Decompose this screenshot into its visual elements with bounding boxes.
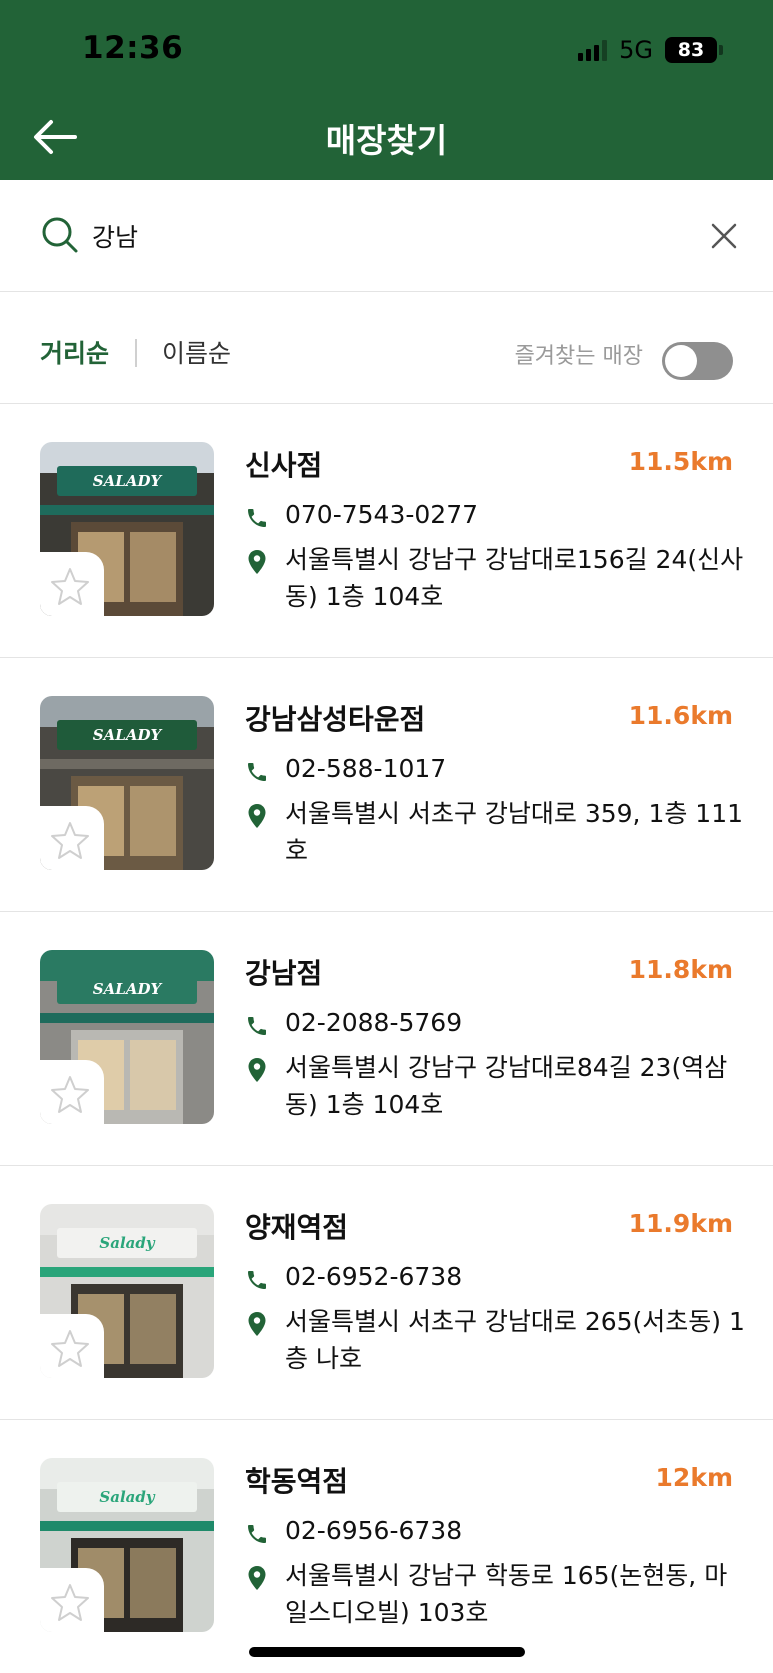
location-pin-icon [248,1566,266,1590]
sort-divider [135,339,137,367]
store-item[interactable]: SALADY 강남삼성타운점 11.6km 02-588-1017 서울특별시 … [0,658,773,912]
store-phone[interactable]: 02-2088-5769 [285,1008,462,1037]
store-address: 서울특별시 강남구 강남대로84길 23(역삼동) 1층 104호 [285,1053,728,1119]
battery-icon: 83 [665,37,723,63]
store-item[interactable]: SALADY 신사점 11.5km 070-7543-0277 서울특별시 강남… [0,404,773,658]
favorites-filter-label: 즐겨찾는 매장 [514,344,643,369]
store-distance: 11.5km [628,447,733,476]
location-pin-icon [248,550,266,574]
status-indicators: 5G 83 [578,34,723,66]
location-pin-icon [248,804,266,828]
store-phone[interactable]: 02-6952-6738 [285,1262,462,1291]
favorite-star-icon[interactable] [50,566,90,606]
store-photo: SALADY [40,442,214,616]
sort-by-distance[interactable]: 거리순 [40,334,109,370]
store-name: 강남점 [245,957,323,990]
page-title: 매장찾기 [325,121,448,160]
back-button[interactable] [30,112,80,162]
phone-icon [248,1017,266,1035]
favorite-star-icon[interactable] [50,1328,90,1368]
store-item[interactable]: Salady 양재역점 11.9km 02-6952-6738 서울특별시 서초… [0,1166,773,1420]
store-item[interactable]: SALADY 강남점 11.8km 02-2088-5769 서울특별시 강남구… [0,912,773,1166]
location-pin-icon [248,1312,266,1336]
store-name: 강남삼성타운점 [245,703,426,736]
store-address: 서울특별시 서초구 강남대로 265(서초동) 1층 나호 [285,1307,745,1373]
home-indicator [249,1647,525,1657]
store-address: 서울특별시 강남구 강남대로156길 24(신사동) 1층 104호 [285,545,744,611]
store-sign: Salady [57,1482,197,1512]
store-phone[interactable]: 070-7543-0277 [285,500,478,529]
favorites-toggle[interactable] [662,342,733,380]
store-photo: Salady [40,1458,214,1632]
status-time: 12:36 [82,30,184,66]
store-distance: 11.9km [628,1209,733,1238]
store-address: 서울특별시 서초구 강남대로 359, 1층 111호 [285,799,744,865]
store-photo: SALADY [40,950,214,1124]
store-photo: Salady [40,1204,214,1378]
store-distance: 12km [655,1463,733,1492]
favorite-star-icon[interactable] [50,1074,90,1114]
favorite-star-icon[interactable] [50,1582,90,1622]
arrow-left-icon [34,120,77,154]
network-type: 5G [619,36,653,64]
cellular-signal-icon [578,39,608,61]
store-item[interactable]: Salady 학동역점 12km 02-6956-6738 서울특별시 강남구 … [0,1420,773,1673]
store-address: 서울특별시 강남구 학동로 165(논현동, 마일스디오빌) 103호 [285,1561,728,1627]
phone-icon [248,763,266,781]
store-photo: SALADY [40,696,214,870]
search-input[interactable] [92,210,672,262]
search-bar [0,180,773,292]
search-icon [42,217,78,253]
store-phone[interactable]: 02-588-1017 [285,754,446,783]
store-sign: Salady [57,1228,197,1258]
store-sign: SALADY [57,974,197,1004]
favorite-star-icon[interactable] [50,820,90,860]
store-distance: 11.6km [628,701,733,730]
store-name: 학동역점 [245,1465,349,1498]
store-name: 신사점 [245,449,323,482]
battery-level: 83 [665,37,717,63]
app-header: 12:36 5G 83 매장찾기 [0,0,773,180]
clear-search-button[interactable] [706,218,742,254]
phone-icon [248,1271,266,1289]
sort-by-name[interactable]: 이름순 [162,334,231,370]
store-list: SALADY 신사점 11.5km 070-7543-0277 서울특별시 강남… [0,404,773,1673]
phone-icon [248,1525,266,1543]
store-distance: 11.8km [628,955,733,984]
close-icon [711,223,737,249]
store-sign: SALADY [57,720,197,750]
location-pin-icon [248,1058,266,1082]
store-name: 양재역점 [245,1211,349,1244]
sort-bar: 거리순 이름순 즐겨찾는 매장 [0,292,773,404]
store-sign: SALADY [57,466,197,496]
toggle-knob [665,345,697,377]
store-phone[interactable]: 02-6956-6738 [285,1516,462,1545]
phone-icon [248,509,266,527]
